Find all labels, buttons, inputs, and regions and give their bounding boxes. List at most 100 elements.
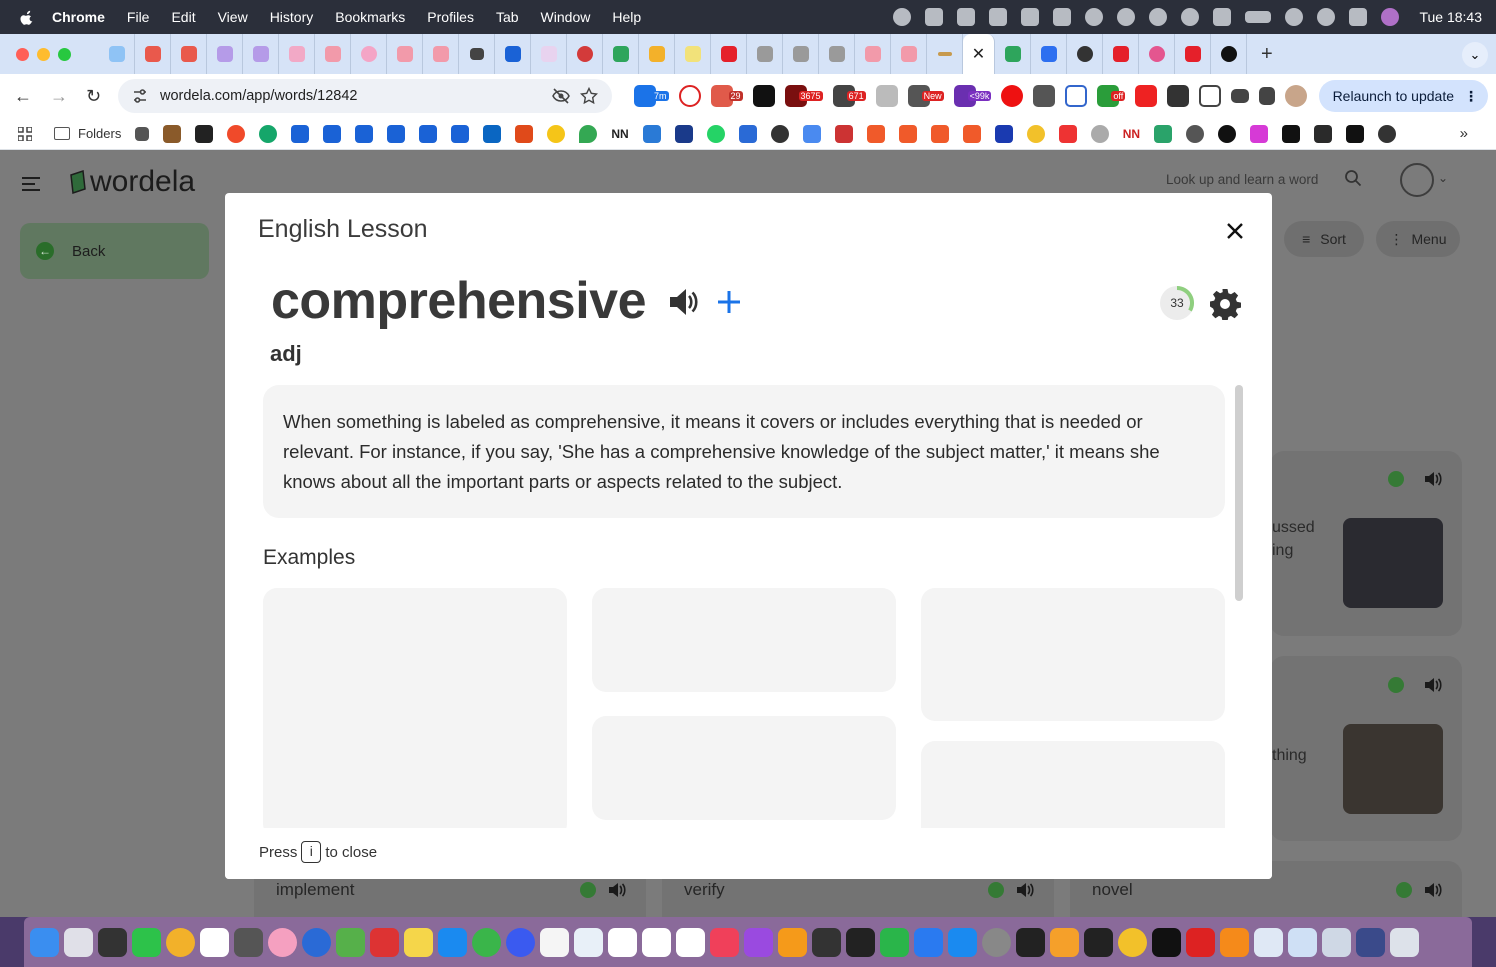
- tab[interactable]: [783, 34, 819, 74]
- bluetooth-icon[interactable]: [1213, 8, 1232, 26]
- menu-window[interactable]: Window: [541, 9, 591, 25]
- close-icon[interactable]: [1225, 221, 1245, 241]
- box-icon[interactable]: [323, 124, 342, 143]
- tab-search-chevron-icon[interactable]: ⌄: [1462, 42, 1488, 68]
- bookmark-favicon-icon[interactable]: [674, 124, 693, 143]
- bookmark-favicon-icon[interactable]: [930, 124, 949, 143]
- bookmark-label[interactable]: NN: [611, 127, 628, 141]
- wordela-logo[interactable]: wordela: [68, 165, 195, 199]
- bookmark-favicon-icon[interactable]: [642, 124, 661, 143]
- menu-view[interactable]: View: [218, 9, 248, 25]
- chrome-bookmark-icon[interactable]: [1026, 124, 1045, 143]
- openai-icon[interactable]: [770, 124, 789, 143]
- app-icon[interactable]: [166, 927, 195, 957]
- more-options-icon[interactable]: ⋮: [1464, 88, 1478, 105]
- facetime-icon[interactable]: [132, 927, 161, 957]
- siri-icon[interactable]: [1381, 8, 1400, 26]
- bookmark-favicon-icon[interactable]: [994, 124, 1013, 143]
- calculator-icon[interactable]: [98, 927, 127, 957]
- quicktime-icon[interactable]: [302, 927, 331, 957]
- app-icon[interactable]: [1356, 927, 1385, 957]
- tab[interactable]: [1103, 34, 1139, 74]
- menu-file[interactable]: File: [127, 9, 150, 25]
- tab[interactable]: [1139, 34, 1175, 74]
- s-extension-icon[interactable]: [1033, 85, 1056, 107]
- tab[interactable]: [675, 34, 711, 74]
- play-status-icon[interactable]: [1181, 8, 1200, 26]
- app-icon[interactable]: [370, 927, 399, 957]
- bookmark-favicon-icon[interactable]: [1314, 124, 1333, 143]
- bookmark-favicon-icon[interactable]: [898, 124, 917, 143]
- music-icon[interactable]: [710, 927, 739, 957]
- menu-bookmarks[interactable]: Bookmarks: [335, 9, 405, 25]
- reload-icon[interactable]: ↻: [86, 86, 101, 107]
- whatsapp-icon[interactable]: [706, 124, 725, 143]
- menu-edit[interactable]: Edit: [171, 9, 195, 25]
- system-settings-icon[interactable]: [982, 927, 1011, 957]
- active-tab-close-button[interactable]: ✕: [963, 34, 995, 74]
- office-icon[interactable]: [515, 124, 534, 143]
- speaker-icon[interactable]: [1424, 471, 1442, 487]
- hash-extension-icon[interactable]: [1065, 85, 1088, 107]
- tab[interactable]: [171, 34, 207, 74]
- address-bar[interactable]: wordela.com/app/words/12842: [118, 79, 612, 113]
- figma-icon[interactable]: [1084, 927, 1113, 957]
- menu-button[interactable]: ⋮ Menu: [1376, 221, 1460, 257]
- linkedin-icon[interactable]: [483, 124, 502, 143]
- tab[interactable]: [459, 34, 495, 74]
- sort-button[interactable]: ≡ Sort: [1284, 221, 1364, 257]
- menu-tab[interactable]: Tab: [496, 9, 519, 25]
- keynote-icon[interactable]: [948, 927, 977, 957]
- tab[interactable]: [927, 34, 963, 74]
- sparkle-bookmark-icon[interactable]: [802, 124, 821, 143]
- menu-app-name[interactable]: Chrome: [52, 9, 105, 25]
- trash-icon[interactable]: [1390, 927, 1419, 957]
- bookmark-favicon-icon[interactable]: [834, 124, 853, 143]
- tab[interactable]: [639, 34, 675, 74]
- card-word[interactable]: implement: [276, 880, 354, 900]
- bookmark-star-icon[interactable]: [580, 87, 598, 105]
- play-bookmark-icon[interactable]: [738, 124, 757, 143]
- battery-icon[interactable]: [1245, 11, 1272, 23]
- apps-grid-icon[interactable]: [18, 126, 32, 141]
- control-center-icon[interactable]: [1349, 8, 1368, 26]
- menu-history[interactable]: History: [270, 9, 314, 25]
- tab[interactable]: [279, 34, 315, 74]
- record-extension-icon[interactable]: [1135, 85, 1158, 107]
- tab[interactable]: [567, 34, 603, 74]
- zoom-icon[interactable]: [914, 927, 943, 957]
- cloud-status-icon[interactable]: [989, 8, 1008, 26]
- calendar-icon[interactable]: [642, 927, 671, 957]
- puzzle-extensions-icon[interactable]: [1199, 85, 1222, 107]
- notion-status-icon[interactable]: [957, 8, 976, 26]
- download-icon[interactable]: [1259, 87, 1276, 105]
- bookmark-favicon-icon[interactable]: [962, 124, 981, 143]
- search-icon[interactable]: [1344, 169, 1362, 187]
- tab[interactable]: [387, 34, 423, 74]
- books-icon[interactable]: [778, 927, 807, 957]
- download-bookmark-icon[interactable]: [1154, 124, 1173, 143]
- speaker-icon[interactable]: [608, 882, 626, 898]
- app-icon[interactable]: [540, 927, 569, 957]
- hamburger-menu-icon[interactable]: [22, 177, 40, 191]
- pages-icon[interactable]: [1050, 927, 1079, 957]
- tab[interactable]: [243, 34, 279, 74]
- card-word[interactable]: novel: [1092, 880, 1133, 900]
- tab[interactable]: [315, 34, 351, 74]
- tab[interactable]: [495, 34, 531, 74]
- finder-icon[interactable]: [30, 927, 59, 957]
- bookmark-favicon-icon[interactable]: [1282, 124, 1301, 143]
- box-icon[interactable]: [451, 124, 470, 143]
- box-icon[interactable]: [291, 124, 310, 143]
- speaker-icon[interactable]: [1016, 882, 1034, 898]
- chevron-down-icon[interactable]: ⌄: [1438, 171, 1448, 185]
- user-status-icon[interactable]: [1117, 8, 1136, 26]
- chrome-icon[interactable]: [1118, 927, 1147, 957]
- speaker-icon[interactable]: [1424, 677, 1442, 693]
- photos-icon[interactable]: [268, 927, 297, 957]
- tab[interactable]: [891, 34, 927, 74]
- profile-avatar-icon[interactable]: [1285, 85, 1308, 107]
- tab[interactable]: [135, 34, 171, 74]
- spotlight-search-icon[interactable]: [1317, 8, 1336, 26]
- box-icon[interactable]: [355, 124, 374, 143]
